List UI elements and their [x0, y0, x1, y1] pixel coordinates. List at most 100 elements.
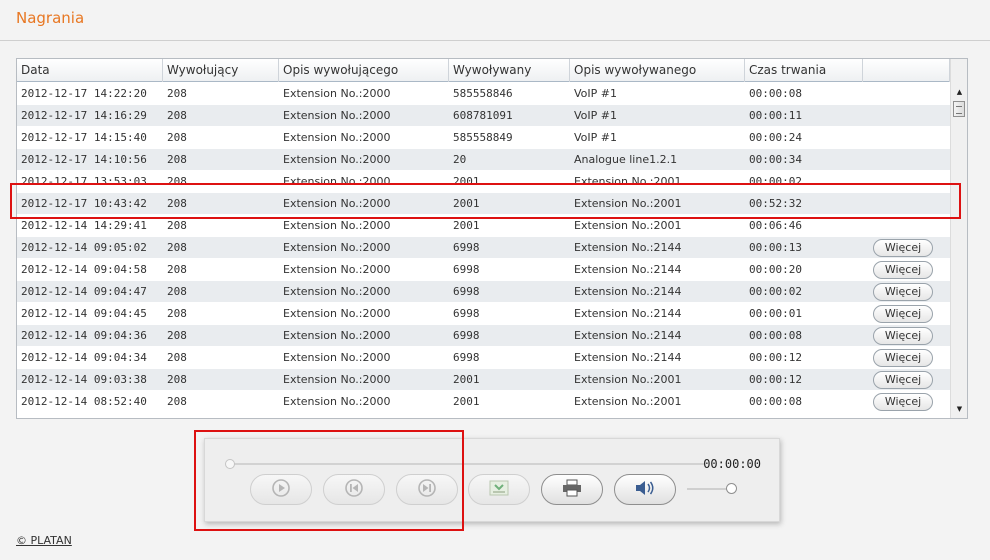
row-callee-desc: Extension No.:2144	[574, 329, 682, 342]
scroll-down-arrow-icon[interactable]: ▼	[951, 402, 967, 416]
print-button[interactable]	[541, 474, 603, 505]
row-callee: 6998	[453, 307, 480, 320]
volume-handle[interactable]	[726, 483, 737, 494]
row-callee: 608781091	[453, 109, 513, 122]
row-actions	[863, 193, 950, 215]
row-callee: 20	[453, 153, 467, 166]
column-header-date[interactable]: Data	[17, 59, 163, 82]
table-row[interactable]: 2012-12-17 14:15:40 208 Extension No.:2000…	[17, 127, 950, 149]
row-callee: 6998	[453, 351, 480, 364]
seek-handle[interactable]	[225, 459, 235, 469]
column-header-duration[interactable]: Czas trwania	[745, 59, 863, 82]
more-button[interactable]: Więcej	[873, 261, 933, 279]
more-button[interactable]: Więcej	[873, 283, 933, 301]
row-date: 2012-12-14 14:29:41	[21, 219, 147, 232]
column-header-caller[interactable]: Wywołujący	[163, 59, 279, 82]
row-duration: 00:52:32	[749, 197, 802, 210]
table-row[interactable]: 2012-12-14 14:29:41 208 Extension No.:2000…	[17, 215, 950, 237]
row-callee: 2001	[453, 395, 480, 408]
row-callee-desc: Extension No.:2144	[574, 263, 682, 276]
row-caller-desc: Extension No.:2000	[283, 329, 391, 342]
row-date: 2012-12-17 10:43:42	[21, 197, 147, 210]
row-caller-desc: Extension No.:2000	[283, 351, 391, 364]
row-duration: 00:00:20	[749, 263, 802, 276]
more-button[interactable]: Więcej	[873, 371, 933, 389]
row-callee: 585558849	[453, 131, 513, 144]
more-button[interactable]: Więcej	[873, 349, 933, 367]
row-duration: 00:00:08	[749, 87, 802, 100]
row-date: 2012-12-14 08:52:40	[21, 395, 147, 408]
row-duration: 00:00:34	[749, 153, 802, 166]
row-date: 2012-12-14 09:03:38	[21, 373, 147, 386]
row-duration: 00:00:08	[749, 329, 802, 342]
column-header-callee-desc[interactable]: Opis wywoływanego	[570, 59, 745, 82]
copyright-link[interactable]: © PLATAN	[16, 534, 72, 547]
row-caller: 208	[167, 175, 187, 188]
row-caller: 208	[167, 241, 187, 254]
row-actions: Więcej	[863, 237, 950, 259]
more-button[interactable]: Więcej	[873, 327, 933, 345]
seek-track[interactable]	[229, 463, 705, 465]
table-row[interactable]: 2012-12-17 10:43:42 208 Extension No.:2000…	[17, 193, 950, 215]
download-button[interactable]	[468, 474, 530, 505]
scroll-thumb[interactable]	[953, 101, 965, 117]
table-row[interactable]: 2012-12-14 09:04:45 208 Extension No.:2000…	[17, 303, 950, 325]
more-button[interactable]: Więcej	[873, 305, 933, 323]
playback-time: 00:00:00	[703, 457, 761, 471]
volume-button[interactable]	[614, 474, 676, 505]
next-button[interactable]	[396, 474, 458, 505]
table-row[interactable]: 2012-12-17 14:10:56 208 Extension No.:2000…	[17, 149, 950, 171]
row-duration: 00:00:11	[749, 109, 802, 122]
row-duration: 00:00:13	[749, 241, 802, 254]
printer-icon	[561, 478, 583, 501]
table-row[interactable]: 2012-12-14 09:04:36 208 Extension No.:2000…	[17, 325, 950, 347]
more-button[interactable]: Więcej	[873, 393, 933, 411]
table-row[interactable]: 2012-12-14 09:03:38 208 Extension No.:2000…	[17, 369, 950, 391]
table-row[interactable]: 2012-12-17 14:22:20 208 Extension No.:2000…	[17, 83, 950, 105]
row-callee: 2001	[453, 175, 480, 188]
row-callee-desc: Extension No.:2001	[574, 373, 682, 386]
table-row[interactable]: 2012-12-14 09:04:47 208 Extension No.:2000…	[17, 281, 950, 303]
play-button[interactable]	[250, 474, 312, 505]
more-button[interactable]: Więcej	[873, 239, 933, 257]
speaker-icon	[633, 478, 657, 501]
row-caller: 208	[167, 197, 187, 210]
row-callee: 6998	[453, 241, 480, 254]
table-row[interactable]: 2012-12-14 09:05:02 208 Extension No.:2000…	[17, 237, 950, 259]
row-date: 2012-12-14 09:04:47	[21, 285, 147, 298]
table-row[interactable]: 2012-12-14 09:04:34 208 Extension No.:2000…	[17, 347, 950, 369]
scroll-up-arrow-icon[interactable]: ▲	[951, 85, 967, 99]
row-caller: 208	[167, 131, 187, 144]
row-callee-desc: Extension No.:2144	[574, 307, 682, 320]
row-actions	[863, 171, 950, 193]
table-scrollbar[interactable]: ▲ ▼	[950, 59, 967, 418]
row-duration: 00:00:12	[749, 351, 802, 364]
row-caller: 208	[167, 307, 187, 320]
row-callee: 2001	[453, 197, 480, 210]
row-caller: 208	[167, 395, 187, 408]
skip-back-icon	[344, 478, 364, 501]
row-duration: 00:00:24	[749, 131, 802, 144]
row-duration: 00:00:02	[749, 285, 802, 298]
row-duration: 00:00:01	[749, 307, 802, 320]
table-row[interactable]: 2012-12-14 08:52:40 208 Extension No.:2000…	[17, 391, 950, 413]
column-header-caller-desc[interactable]: Opis wywołującego	[279, 59, 449, 82]
row-caller-desc: Extension No.:2000	[283, 373, 391, 386]
row-caller: 208	[167, 329, 187, 342]
column-header-actions	[863, 59, 950, 82]
table-row[interactable]: 2012-12-14 09:04:58 208 Extension No.:2000…	[17, 259, 950, 281]
column-header-callee[interactable]: Wywoływany	[449, 59, 570, 82]
row-actions: Więcej	[863, 281, 950, 303]
table-row[interactable]: 2012-12-17 13:53:03 208 Extension No.:2000…	[17, 171, 950, 193]
skip-forward-icon	[417, 478, 437, 501]
row-date: 2012-12-14 09:04:58	[21, 263, 147, 276]
table-row[interactable]: 2012-12-17 14:16:29 208 Extension No.:2000…	[17, 105, 950, 127]
row-callee-desc: Extension No.:2001	[574, 395, 682, 408]
row-duration: 00:00:02	[749, 175, 802, 188]
row-caller: 208	[167, 109, 187, 122]
row-actions	[863, 105, 950, 127]
row-callee: 6998	[453, 329, 480, 342]
previous-button[interactable]	[323, 474, 385, 505]
row-callee-desc: Extension No.:2001	[574, 175, 682, 188]
row-callee-desc: Extension No.:2144	[574, 241, 682, 254]
